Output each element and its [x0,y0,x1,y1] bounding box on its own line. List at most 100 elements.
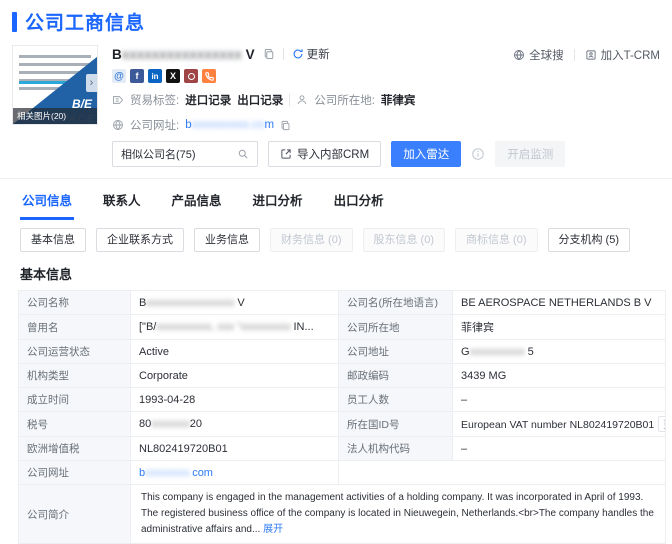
x-twitter-icon[interactable]: X [166,69,180,83]
website-row: 公司网址: bxxxxxxxxxx.com [112,117,660,133]
tab-product-info[interactable]: 产品信息 [170,179,224,220]
name-separator [283,48,284,60]
linkedin-icon[interactable]: in [148,69,162,83]
company-name: Bxxxxxxxxxxxxxxxx V [112,47,255,62]
company-business-info-page: 公司工商信息 B/E AEROSPACE › 相关图片(20) 全球搜 [0,0,672,486]
table-row: 公司网址 bxxxxxxxx.com [19,461,666,485]
join-radar-label: 加入雷达 [403,146,449,162]
field-value: NL802419720B01 [131,437,339,461]
field-label: 员工人数 [339,388,453,412]
field-value: bxxxxxxxx.com [131,461,339,485]
header-quick-actions: 全球搜 加入T-CRM [513,47,660,63]
copy-company-name-icon[interactable] [263,48,275,60]
company-header-main: 全球搜 加入T-CRM Bxxxxxxxxxxxxxxxx V [112,45,660,133]
import-crm-label: 导入内部CRM [297,146,369,162]
field-label: 公司地址 [339,340,453,364]
company-intro: This company is engaged in the managemen… [131,485,666,544]
trade-tags-label: 贸易标签: [130,92,179,108]
sub-tabs: 基本信息 企业联系方式 业务信息 财务信息 (0) 股东信息 (0) 商标信息 … [12,228,660,252]
empty-cell [339,461,666,485]
company-location-value: 菲律宾 [381,92,416,108]
field-label: 公司名(所在地语言) [339,291,453,315]
website-icon[interactable]: @ [112,69,126,83]
main-tabs: 公司信息 联系人 产品信息 进口分析 出口分析 [12,179,660,220]
subtab-branches[interactable]: 分支机构 (5) [548,228,631,252]
tcrm-icon [585,49,597,61]
join-tcrm-button[interactable]: 加入T-CRM [585,47,660,63]
page-title: 公司工商信息 [25,8,145,35]
info-icon[interactable] [471,147,485,161]
enable-monitoring-label: 开启监测 [507,146,553,162]
related-images-label[interactable]: 相关图片(20) [13,108,97,124]
field-label: 法人机构代码 [339,437,453,461]
field-value: European VAT number NL802419720B01更多 5 [453,412,666,437]
trade-tag-icon [112,94,124,106]
field-label: 公司名称 [19,291,131,315]
field-value: – [453,388,666,412]
phone-icon[interactable] [202,69,216,83]
table-row: 机构类型 Corporate 邮政编码 3439 MG [19,364,666,388]
more-badge[interactable]: 更多 5 [658,416,665,432]
export-records-tag[interactable]: 出口记录 [237,92,283,108]
tab-export-analysis[interactable]: 出口分析 [332,179,386,220]
tab-contacts[interactable]: 联系人 [101,179,143,220]
field-value: Active [131,340,339,364]
blog-ring-glyph [188,73,195,80]
header-separator [574,49,575,61]
tab-import-analysis[interactable]: 进口分析 [251,179,305,220]
field-label: 公司网址 [19,461,131,485]
similar-search-icon [237,148,249,160]
company-location-label: 公司所在地: [314,92,375,108]
field-label: 公司所在地 [339,315,453,340]
table-row: 欧洲增值税 NL802419720B01 法人机构代码 – [19,437,666,461]
copy-website-icon[interactable] [280,120,291,131]
table-row: 公司名称 Bxxxxxxxxxxxxxxxx V 公司名(所在地语言) BE A… [19,291,666,315]
similar-companies-label: 相似公司名(75) [121,146,196,162]
enable-monitoring-button: 开启监测 [495,141,565,167]
field-label: 所在国ID号 [339,412,453,437]
field-value: Gxxxxxxxxxx 5 [453,340,666,364]
table-row: 曾用名 ["B/xxxxxxxxxx, xxx "xxxxxxxxx IN...… [19,315,666,340]
global-search-button[interactable]: 全球搜 [513,47,564,63]
company-website-link[interactable]: bxxxxxxxxxx.com [185,119,274,131]
location-person-icon [296,94,308,106]
global-search-label: 全球搜 [529,47,564,63]
field-value: 80xxxxxxx20 [131,412,339,437]
company-logo-image[interactable]: B/E AEROSPACE › 相关图片(20) [12,45,98,125]
expand-link[interactable]: 展开 [263,524,283,535]
globe-icon [112,119,124,131]
field-value: Bxxxxxxxxxxxxxxxx V [131,291,339,315]
next-image-chevron[interactable]: › [86,74,97,92]
subtab-trademark-info: 商标信息 (0) [455,228,538,252]
subtab-basic-info[interactable]: 基本信息 [20,228,86,252]
subtab-business-info[interactable]: 业务信息 [194,228,260,252]
import-records-tag[interactable]: 进口记录 [185,92,231,108]
blog-icon[interactable] [184,69,198,83]
website-value-link[interactable]: bxxxxxxxx.com [139,467,213,479]
import-crm-button[interactable]: 导入内部CRM [268,141,381,167]
field-label: 机构类型 [19,364,131,388]
title-accent-bar [12,12,17,32]
subtab-contact-methods[interactable]: 企业联系方式 [96,228,184,252]
update-button[interactable]: 更新 [292,46,330,62]
tab-company-info[interactable]: 公司信息 [20,179,74,220]
field-value: ["B/xxxxxxxxxx, xxx "xxxxxxxxx IN... [131,315,339,340]
field-value: Corporate [131,364,339,388]
section-title: 基本信息 [20,264,660,283]
field-label: 成立时间 [19,388,131,412]
field-label: 曾用名 [19,315,131,340]
social-icons-row: @ f in X [112,69,660,83]
field-label: 邮政编码 [339,364,453,388]
join-radar-button[interactable]: 加入雷达 [391,141,461,167]
table-row: 税号 80xxxxxxx20 所在国ID号 European VAT numbe… [19,412,666,437]
basic-info-table: 公司名称 Bxxxxxxxxxxxxxxxx V 公司名(所在地语言) BE A… [18,290,666,544]
similar-companies-control[interactable]: 相似公司名(75) [112,141,258,167]
facebook-icon[interactable]: f [130,69,144,83]
field-value: 菲律宾 [453,315,666,340]
company-intro-text: This company is engaged in the managemen… [141,492,654,535]
trade-info-row: 贸易标签: 进口记录 出口记录 公司所在地: 菲律宾 [112,92,660,108]
table-row: 公司简介 This company is engaged in the mana… [19,485,666,544]
join-tcrm-label: 加入T-CRM [601,47,660,63]
subtab-finance-info: 财务信息 (0) [270,228,353,252]
field-value: 3439 MG [453,364,666,388]
